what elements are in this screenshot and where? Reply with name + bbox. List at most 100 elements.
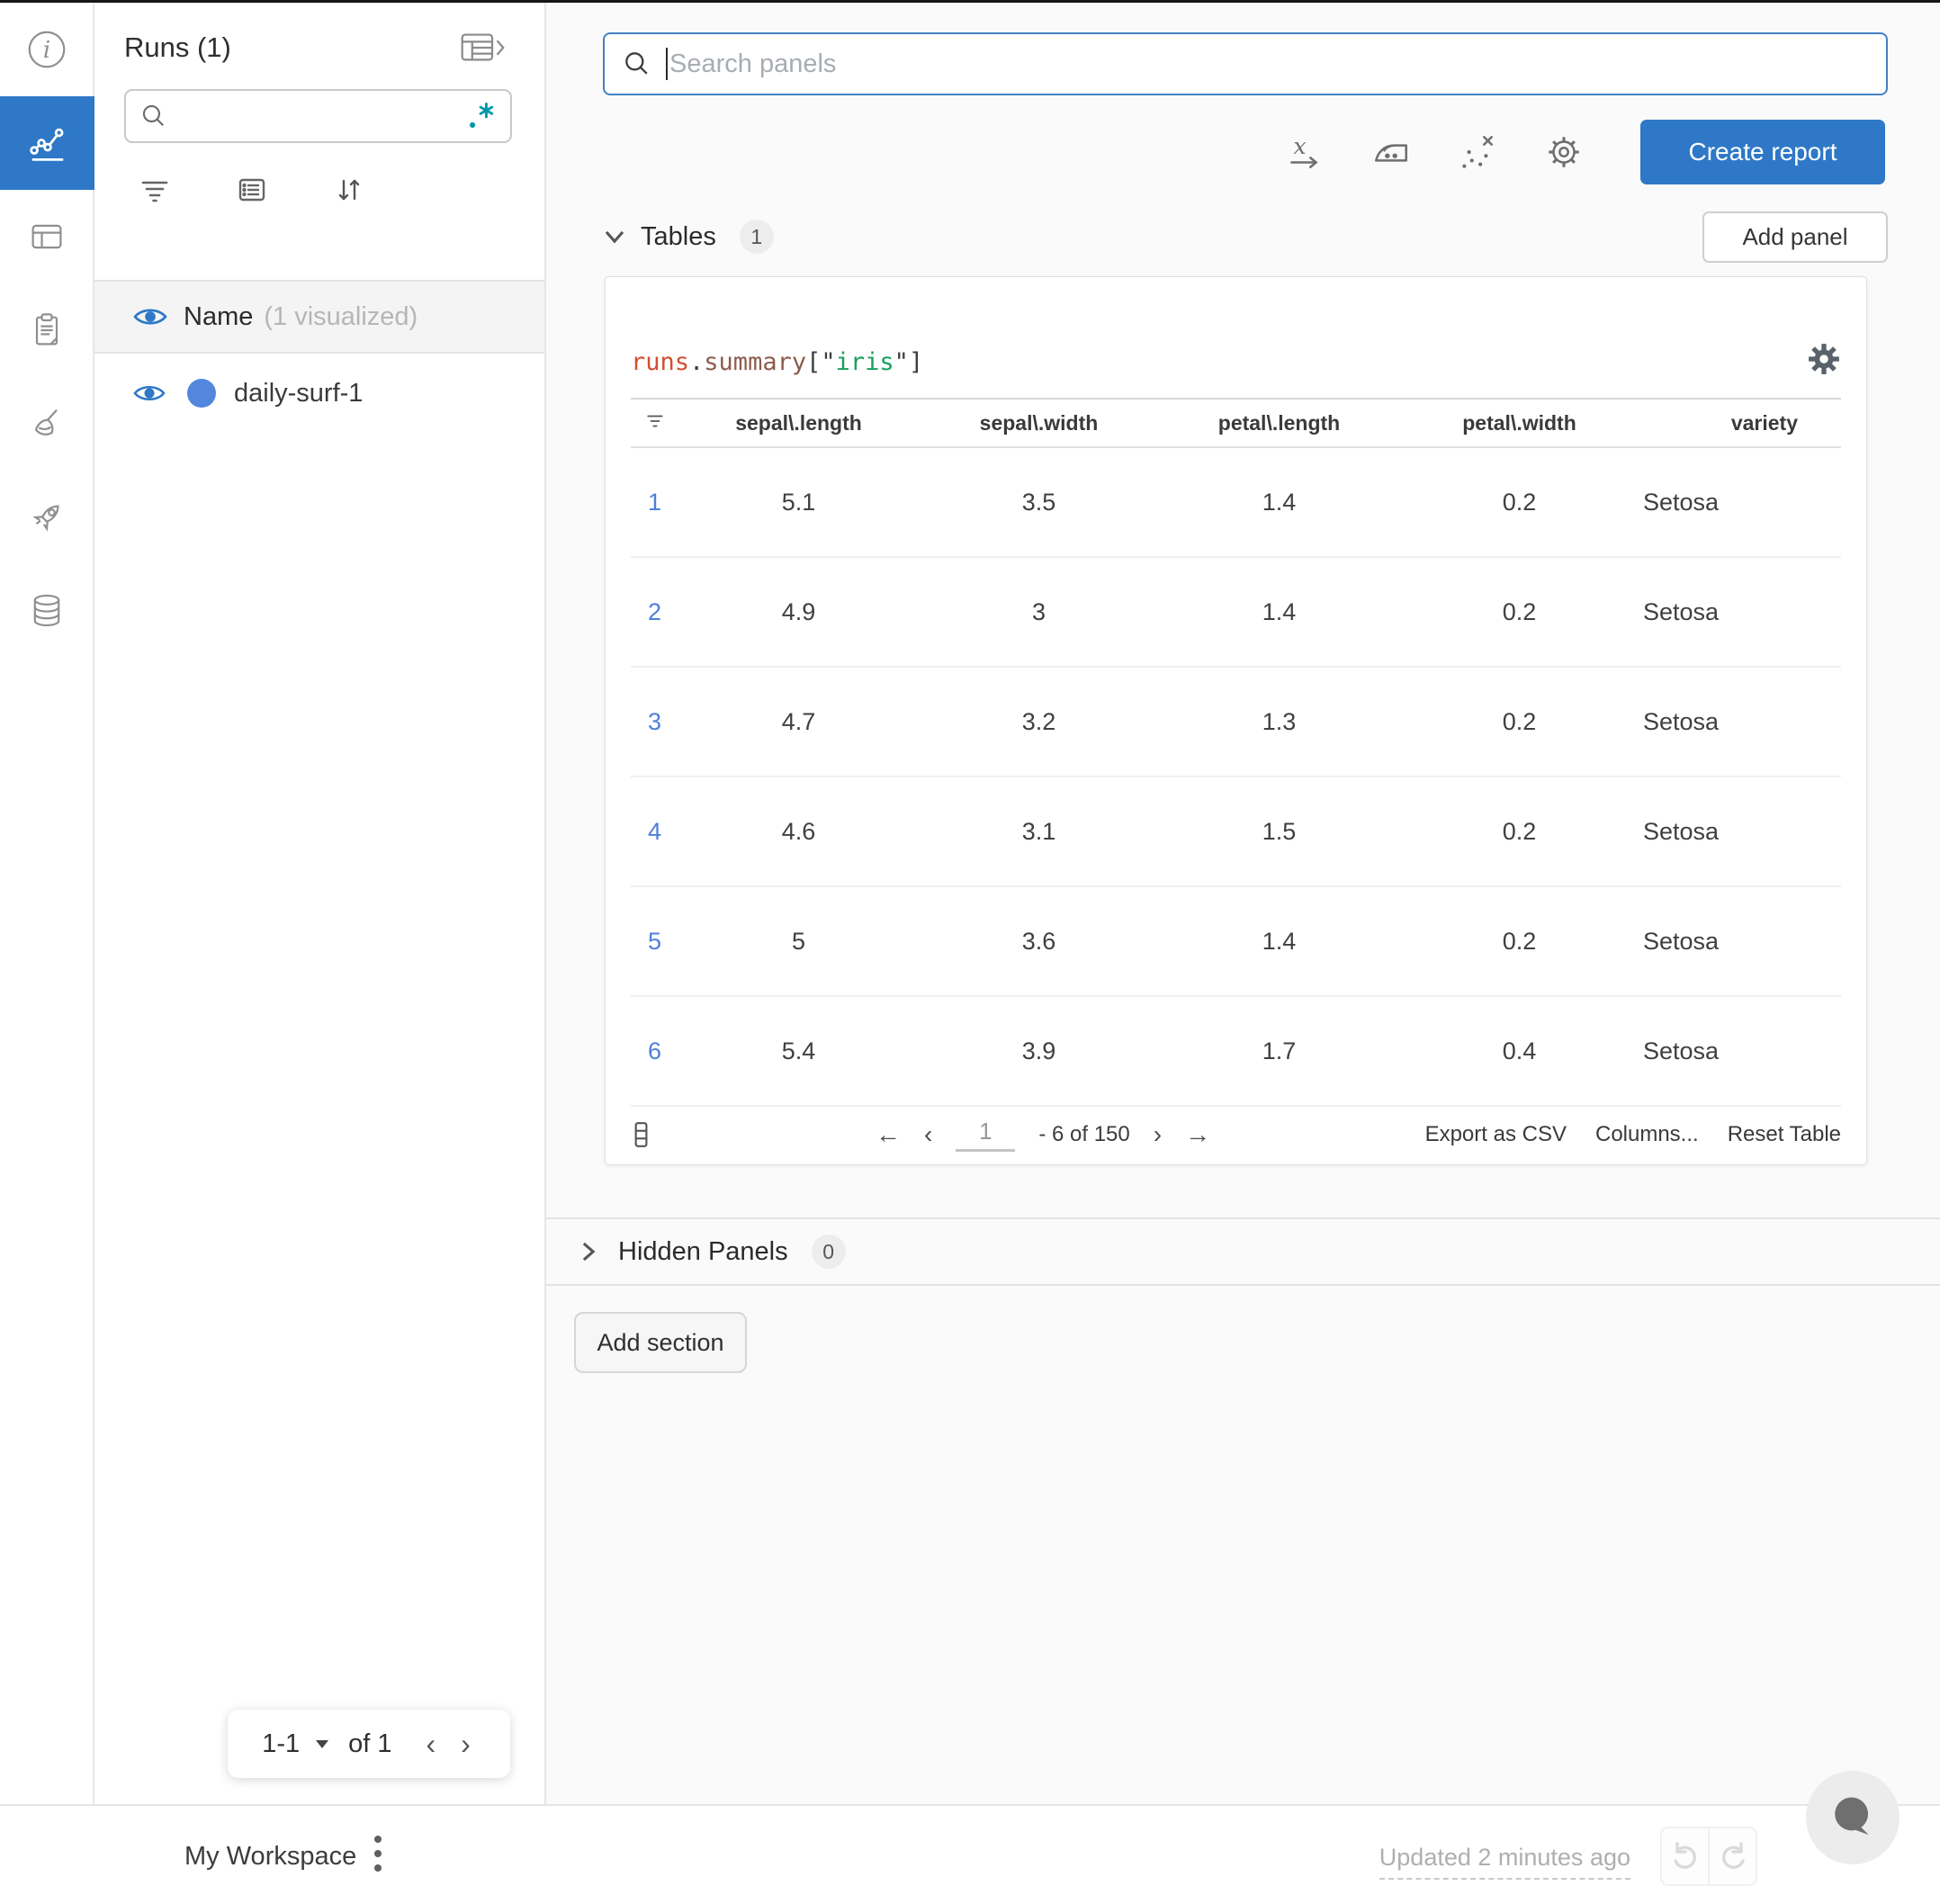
rail-item-launch[interactable]: [0, 471, 93, 564]
chevron-down-icon[interactable]: [603, 229, 626, 245]
hidden-panels-label[interactable]: Hidden Panels: [618, 1237, 788, 1267]
chevron-right-icon[interactable]: [580, 1240, 597, 1263]
support-chat-button[interactable]: [1806, 1771, 1900, 1864]
run-row[interactable]: daily-surf-1: [94, 354, 544, 433]
next-page-button[interactable]: ›: [1154, 1120, 1162, 1149]
column-header[interactable]: sepal\.length: [678, 411, 919, 436]
runs-next-page-button[interactable]: ›: [455, 1728, 476, 1761]
cell: 1.3: [1262, 707, 1297, 735]
run-search-box: [124, 89, 512, 143]
table-row: 2 4.9 3 1.4 0.2 Setosa: [631, 558, 1841, 668]
row-index-link[interactable]: 2: [631, 598, 678, 626]
runs-page-total: of 1: [348, 1729, 392, 1758]
table-row: 5 5 3.6 1.4 0.2 Setosa: [631, 887, 1841, 997]
cell: 1.4: [1262, 597, 1297, 625]
visibility-eye-icon[interactable]: [133, 304, 167, 329]
panels-icon: [31, 224, 61, 249]
expression-summary: summary: [704, 348, 807, 376]
cell: 0.2: [1502, 817, 1537, 845]
add-section-button[interactable]: Add section: [574, 1312, 747, 1373]
rocket-icon: [31, 505, 59, 532]
cell: 3.6: [1021, 927, 1056, 955]
page-size-caret-icon[interactable]: [316, 1739, 329, 1748]
prev-page-button[interactable]: ‹: [924, 1120, 932, 1149]
run-search-input[interactable]: [169, 102, 465, 130]
expression-key: iris: [835, 348, 894, 376]
regex-toggle-icon[interactable]: [465, 100, 498, 132]
kebab-menu-icon: [374, 1836, 382, 1872]
x-axis-settings-button[interactable]: x: [1284, 131, 1325, 173]
redo-button[interactable]: [1708, 1828, 1756, 1884]
rail-item-sweeps[interactable]: [0, 377, 93, 471]
outliers-scatter-icon: [1462, 136, 1493, 168]
row-index-link[interactable]: 3: [631, 708, 678, 736]
row-index-link[interactable]: 4: [631, 818, 678, 846]
table-filter-icon[interactable]: [644, 411, 666, 431]
cell: Setosa: [1643, 1037, 1720, 1064]
panel-settings-gear-icon[interactable]: [1807, 342, 1841, 376]
workspace-settings-button[interactable]: [1543, 131, 1585, 173]
row-index-link[interactable]: 1: [631, 489, 678, 516]
sort-runs-button[interactable]: [331, 172, 367, 208]
outliers-button[interactable]: [1457, 131, 1498, 173]
tables-section-label[interactable]: Tables: [641, 222, 716, 252]
redo-icon: [1721, 1842, 1745, 1869]
x-axis-icon: x: [1290, 133, 1318, 168]
last-page-button[interactable]: →: [1185, 1120, 1210, 1149]
reset-table-button[interactable]: Reset Table: [1728, 1122, 1841, 1147]
panel-search-box: [603, 32, 1888, 95]
cell: 0.2: [1502, 707, 1537, 735]
rail-item-panels[interactable]: [0, 190, 93, 283]
rail-item-overview[interactable]: i: [0, 3, 93, 96]
workspace-menu-button[interactable]: [371, 1831, 385, 1879]
create-report-button[interactable]: Create report: [1640, 120, 1885, 184]
row-index-link[interactable]: 5: [631, 928, 678, 956]
expression-dot: .: [689, 348, 705, 376]
cell: 4.6: [781, 817, 816, 845]
cell: 5.4: [781, 1037, 816, 1064]
cell: 3.9: [1021, 1037, 1056, 1064]
column-header[interactable]: sepal\.width: [919, 411, 1159, 436]
first-page-button[interactable]: ←: [876, 1120, 901, 1149]
row-height-icon[interactable]: [631, 1120, 651, 1149]
cell: 3.1: [1021, 817, 1056, 845]
add-panel-button[interactable]: Add panel: [1702, 211, 1888, 263]
runs-title: Runs (1): [124, 31, 231, 63]
page-number-input[interactable]: [956, 1118, 1016, 1152]
runs-prev-page-button[interactable]: ‹: [420, 1728, 441, 1761]
cell: 0.2: [1502, 488, 1537, 516]
runs-sidebar: Runs (1) Name (1 visualized) daily-surf-…: [94, 3, 546, 1804]
iron-icon: [1375, 144, 1407, 162]
database-icon: [33, 594, 59, 627]
cell: Setosa: [1643, 927, 1720, 955]
filter-runs-button[interactable]: [137, 172, 173, 208]
line-chart-icon: [29, 128, 63, 161]
run-visibility-eye-icon[interactable]: [133, 382, 166, 405]
notes-clipboard-icon: [35, 313, 58, 346]
expression-bracket-open: [": [806, 348, 836, 376]
rail-item-notes[interactable]: [0, 283, 93, 377]
group-runs-button[interactable]: [234, 172, 270, 208]
panel-search-input[interactable]: [669, 49, 1870, 79]
rail-item-artifacts[interactable]: [0, 564, 93, 658]
rail-item-charts[interactable]: [0, 96, 94, 190]
column-header[interactable]: petal\.width: [1399, 411, 1639, 436]
column-header[interactable]: petal\.length: [1159, 411, 1399, 436]
run-list-header: Name (1 visualized): [94, 280, 544, 354]
svg-text:x: x: [1293, 133, 1306, 159]
undo-button[interactable]: [1662, 1828, 1708, 1884]
cell: 3.5: [1021, 488, 1056, 516]
cell: Setosa: [1643, 597, 1720, 625]
broom-icon: [34, 409, 58, 436]
panel-expression[interactable]: runs.summary["iris"]: [631, 348, 923, 376]
cell: 1.7: [1262, 1037, 1297, 1064]
column-header[interactable]: variety: [1639, 411, 1843, 436]
cell: Setosa: [1643, 817, 1720, 845]
runs-page-range[interactable]: 1-1: [262, 1729, 300, 1759]
expand-runs-table-icon[interactable]: [458, 30, 508, 66]
smoothing-iron-button[interactable]: [1370, 131, 1412, 173]
row-index-link[interactable]: 6: [631, 1037, 678, 1065]
columns-button[interactable]: Columns...: [1595, 1122, 1699, 1147]
export-csv-button[interactable]: Export as CSV: [1425, 1122, 1567, 1147]
cell: Setosa: [1643, 488, 1720, 516]
